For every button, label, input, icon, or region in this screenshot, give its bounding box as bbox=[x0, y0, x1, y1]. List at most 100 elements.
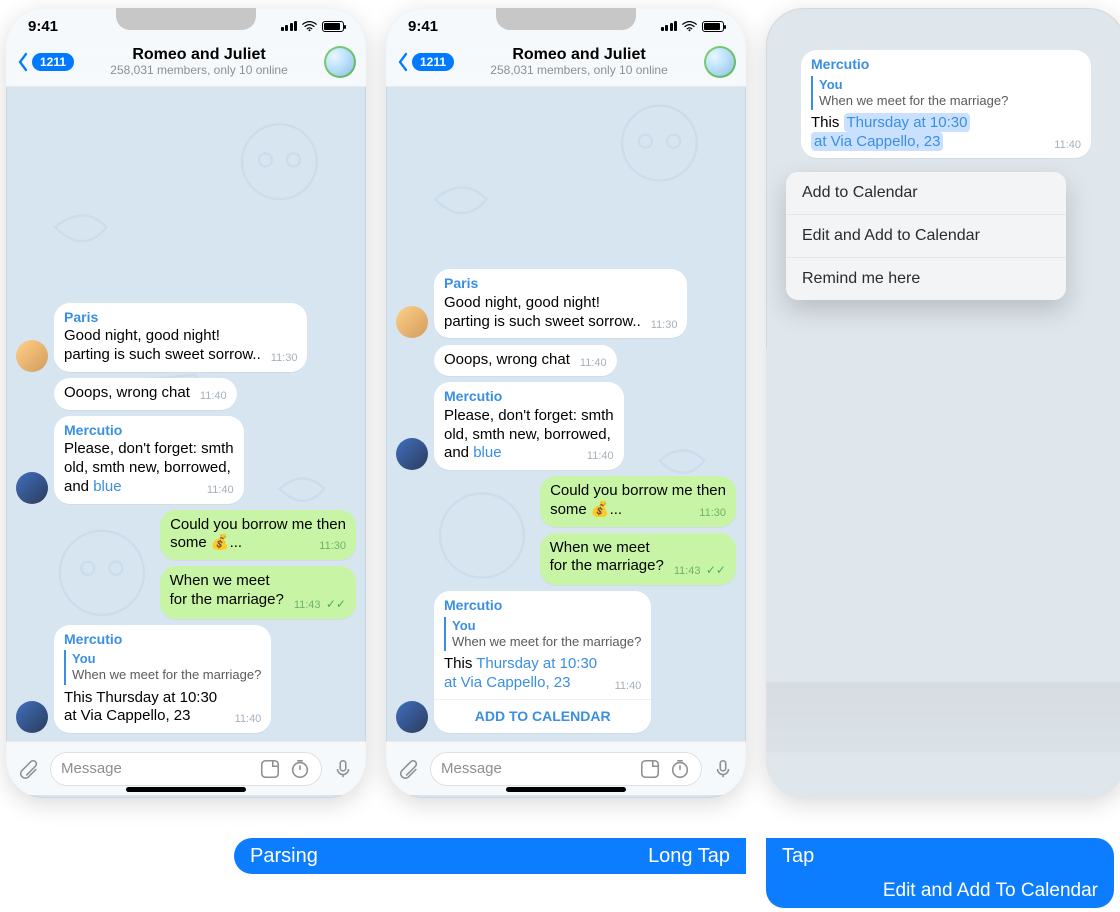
sender-avatar[interactable] bbox=[16, 472, 48, 504]
sender-name[interactable]: Mercutio bbox=[811, 56, 1081, 74]
blurred-inputbar bbox=[766, 682, 1120, 752]
sender-name[interactable]: Mercutio bbox=[64, 422, 234, 440]
chat-title[interactable]: Romeo and Juliet bbox=[460, 46, 698, 64]
message-text: for the marriage? bbox=[170, 591, 284, 608]
sender-avatar[interactable] bbox=[16, 701, 48, 733]
parsed-location[interactable]: at Via Cappello, 23 bbox=[811, 132, 943, 151]
sender-avatar[interactable] bbox=[16, 340, 48, 372]
message-input[interactable]: Message bbox=[430, 752, 702, 786]
sender-name[interactable]: Paris bbox=[64, 309, 297, 327]
parsed-location[interactable]: at Via Cappello, 23 bbox=[444, 674, 570, 691]
timer-icon[interactable] bbox=[289, 758, 311, 780]
message-in[interactable]: Mercutio Please, don't forget: smth old,… bbox=[396, 382, 736, 470]
message-text: at Via Cappello, 23 bbox=[64, 707, 190, 724]
annotation-banner: Edit and Add To Calendar bbox=[766, 874, 1114, 908]
mic-icon[interactable] bbox=[332, 758, 354, 780]
chat-area[interactable]: Paris Good night, good night! parting is… bbox=[6, 87, 366, 741]
reply-text: When we meet for the marriage? bbox=[452, 634, 641, 650]
reply-preview[interactable]: You When we meet for the marriage? bbox=[811, 76, 1081, 111]
message-out[interactable]: Could you borrow me then some 💰... 11:30 bbox=[16, 510, 356, 561]
menu-add-to-calendar[interactable]: Add to Calendar bbox=[786, 172, 1066, 214]
message-time: 11:30 bbox=[271, 352, 298, 366]
message-text: for the marriage? bbox=[550, 557, 664, 574]
message-in[interactable]: Mercutio Please, don't forget: smth old,… bbox=[16, 416, 356, 504]
reply-author: You bbox=[452, 618, 641, 634]
message-in[interactable]: Paris Good night, good night! parting is… bbox=[16, 303, 356, 372]
menu-remind-me[interactable]: Remind me here bbox=[786, 257, 1066, 300]
chat-avatar[interactable] bbox=[704, 46, 736, 78]
focused-message[interactable]: Mercutio You When we meet for the marria… bbox=[801, 50, 1091, 158]
message-time: 11:40 bbox=[200, 390, 227, 404]
sender-name[interactable]: Mercutio bbox=[444, 597, 641, 615]
parsed-datetime[interactable]: Thursday at 10:30 bbox=[476, 655, 597, 672]
sender-avatar[interactable] bbox=[396, 438, 428, 470]
home-indicator[interactable] bbox=[506, 787, 626, 792]
message-link[interactable]: blue bbox=[473, 444, 501, 461]
avatar-spacer bbox=[16, 378, 48, 410]
annotation-banner: Parsing Long Tap bbox=[234, 838, 746, 874]
reply-text: When we meet for the marriage? bbox=[819, 93, 1081, 109]
back-button[interactable]: 1211 bbox=[16, 52, 74, 72]
attach-icon[interactable] bbox=[398, 758, 420, 780]
message-in[interactable]: Mercutio You When we meet for the marria… bbox=[396, 591, 736, 733]
message-time: 11:40 bbox=[587, 450, 614, 464]
message-time: 11:40 bbox=[235, 713, 262, 727]
message-text: Please, don't forget: smth bbox=[444, 407, 614, 424]
message-in[interactable]: Paris Good night, good night! parting is… bbox=[396, 269, 736, 338]
message-time: 11:40 bbox=[207, 484, 234, 498]
mic-icon[interactable] bbox=[712, 758, 734, 780]
sender-avatar[interactable] bbox=[396, 306, 428, 338]
phone-screen-2: 9:41 1211 Romeo and Juliet 258,031 membe… bbox=[386, 8, 746, 798]
status-bar: 9:41 bbox=[6, 8, 366, 44]
reply-preview[interactable]: You When we meet for the marriage? bbox=[64, 650, 261, 685]
phone-screen-3: Mercutio You When we meet for the marria… bbox=[766, 8, 1120, 798]
message-text: Could you borrow me then bbox=[170, 516, 346, 533]
status-time: 9:41 bbox=[408, 18, 438, 35]
message-in[interactable]: Ooops, wrong chat 11:40 bbox=[16, 378, 356, 410]
message-out[interactable]: When we meet for the marriage? 11:43 ✓✓ bbox=[16, 566, 356, 619]
message-text: and bbox=[64, 478, 93, 495]
reply-author: You bbox=[819, 77, 1081, 93]
add-to-calendar-button[interactable]: ADD TO CALENDAR bbox=[434, 699, 651, 734]
chat-subtitle: 258,031 members, only 10 online bbox=[460, 64, 698, 78]
message-text: This bbox=[444, 655, 476, 672]
sender-name[interactable]: Mercutio bbox=[64, 631, 261, 649]
parsed-datetime[interactable]: Thursday at 10:30 bbox=[844, 113, 971, 132]
message-in[interactable]: Mercutio You When we meet for the marria… bbox=[16, 625, 356, 734]
sender-avatar[interactable] bbox=[396, 701, 428, 733]
message-link[interactable]: blue bbox=[93, 478, 121, 495]
menu-edit-and-add[interactable]: Edit and Add to Calendar bbox=[786, 214, 1066, 257]
chat-avatar[interactable] bbox=[324, 46, 356, 78]
home-indicator[interactable] bbox=[126, 787, 246, 792]
attach-icon[interactable] bbox=[18, 758, 40, 780]
sender-name[interactable]: Mercutio bbox=[444, 388, 614, 406]
message-text: This bbox=[811, 114, 844, 131]
unread-badge: 1211 bbox=[412, 53, 454, 71]
battery-icon bbox=[322, 21, 344, 32]
sticker-icon[interactable] bbox=[639, 758, 661, 780]
wifi-icon bbox=[302, 21, 317, 32]
message-in[interactable]: Ooops, wrong chat 11:40 bbox=[396, 344, 736, 376]
annotation-longtap: Long Tap bbox=[648, 845, 730, 868]
message-time: 11:40 bbox=[1054, 139, 1081, 153]
message-out[interactable]: When we meet for the marriage? 11:43 ✓✓ bbox=[396, 533, 736, 586]
timer-icon[interactable] bbox=[669, 758, 691, 780]
signal-icon bbox=[661, 21, 678, 31]
message-text: some 💰... bbox=[550, 501, 622, 518]
chat-title[interactable]: Romeo and Juliet bbox=[80, 46, 318, 64]
chat-subtitle: 258,031 members, only 10 online bbox=[80, 64, 318, 78]
read-ticks-icon: ✓✓ bbox=[323, 597, 346, 611]
message-text: some 💰... bbox=[170, 534, 242, 551]
input-placeholder: Message bbox=[61, 760, 122, 777]
back-button[interactable]: 1211 bbox=[396, 52, 454, 72]
chat-area[interactable]: Paris Good night, good night! parting is… bbox=[386, 87, 746, 741]
status-time: 9:41 bbox=[28, 18, 58, 35]
message-text: old, smth new, borrowed, bbox=[444, 426, 611, 443]
reply-author: You bbox=[72, 651, 261, 667]
sticker-icon[interactable] bbox=[259, 758, 281, 780]
message-text: and bbox=[444, 444, 473, 461]
message-input[interactable]: Message bbox=[50, 752, 322, 786]
sender-name[interactable]: Paris bbox=[444, 275, 677, 293]
message-out[interactable]: Could you borrow me then some 💰... 11:30 bbox=[396, 476, 736, 527]
reply-preview[interactable]: You When we meet for the marriage? bbox=[444, 617, 641, 652]
